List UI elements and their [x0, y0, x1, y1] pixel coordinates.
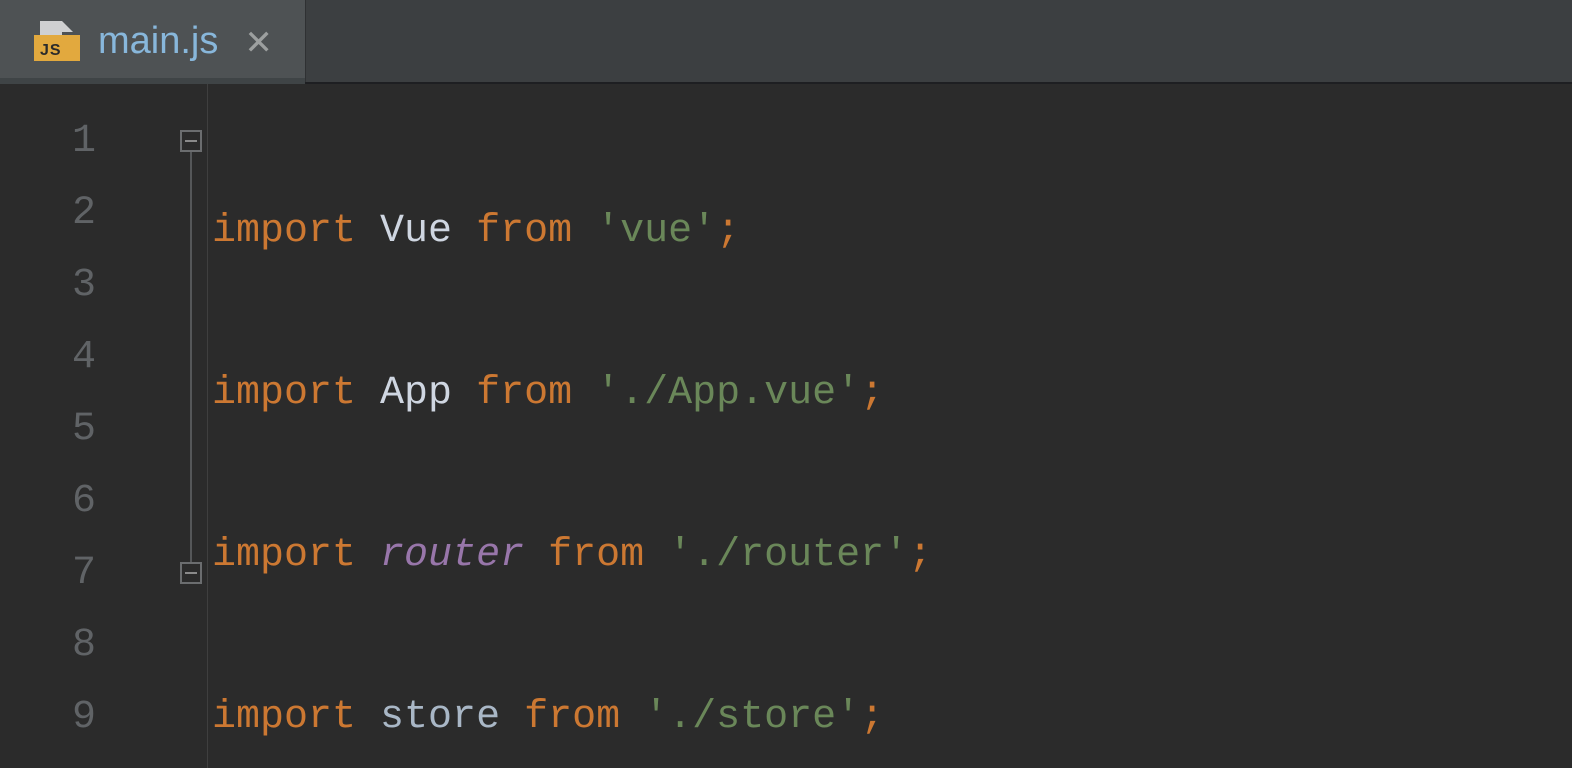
line-number-gutter: 1 2 3 4 5 6 7 8 9	[0, 84, 120, 768]
line-number: 5	[0, 394, 120, 466]
code-line: import Vue from 'vue';	[212, 196, 1572, 268]
fold-collapse-icon[interactable]	[180, 562, 202, 584]
line-number: 4	[0, 322, 120, 394]
line-number: 3	[0, 250, 120, 322]
fold-collapse-icon[interactable]	[180, 130, 202, 152]
code-line: import store from './store';	[212, 682, 1572, 754]
line-number: 9	[0, 682, 120, 754]
fold-line-icon	[190, 142, 192, 576]
js-file-icon: JS	[34, 21, 80, 61]
line-number: 2	[0, 178, 120, 250]
tab-title: main.js	[98, 20, 218, 63]
close-icon[interactable]: ✕	[236, 20, 275, 62]
line-number: 7	[0, 538, 120, 610]
line-number: 1	[0, 106, 120, 178]
file-tab-main-js[interactable]: JS main.js ✕	[0, 0, 306, 82]
line-number: 8	[0, 610, 120, 682]
fold-gutter	[120, 84, 208, 768]
tab-bar: JS main.js ✕	[0, 0, 1572, 84]
code-line: import router from './router';	[212, 520, 1572, 592]
code-line: import App from './App.vue';	[212, 358, 1572, 430]
code-editor[interactable]: 1 2 3 4 5 6 7 8 9 import Vue from 'vue';…	[0, 84, 1572, 768]
code-content[interactable]: import Vue from 'vue'; import App from '…	[208, 84, 1572, 768]
line-number: 6	[0, 466, 120, 538]
